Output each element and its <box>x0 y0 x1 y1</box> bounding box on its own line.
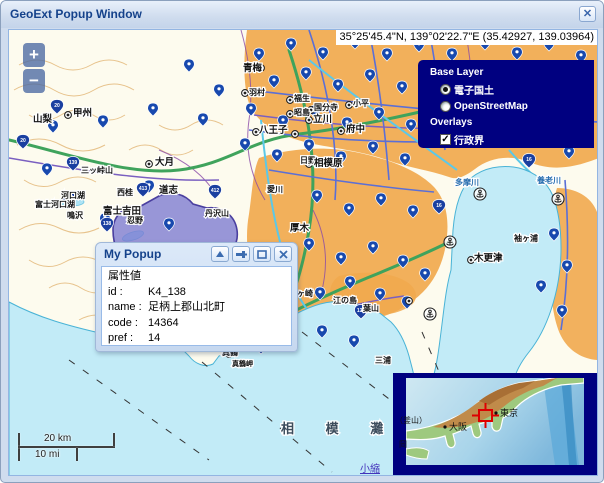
close-icon[interactable] <box>274 246 292 262</box>
base-layer-option-0[interactable]: 電子国土 <box>440 82 594 97</box>
collapse-icon[interactable] <box>211 246 229 262</box>
map-label: 甲州 <box>73 108 92 119</box>
city-ring-icon <box>338 128 345 135</box>
overview-label-tokyo: 東京 <box>500 407 518 418</box>
map-label: 相模原 <box>314 157 343 169</box>
layer-switcher-panel: Base Layer 電子国土 OpenStreetMap Overlays ✓… <box>418 60 594 148</box>
attribute-row-pref: pref :14 <box>108 331 285 347</box>
svg-text:20: 20 <box>20 138 26 144</box>
map-label: 江の島 <box>333 295 357 305</box>
map-label: 三浦 <box>375 355 391 365</box>
map-label: 鳴沢 <box>67 210 84 220</box>
svg-text:20: 20 <box>54 103 60 109</box>
map-label: 葉山 <box>362 303 379 313</box>
city-ring-icon <box>146 161 153 168</box>
mouse-position-readout: 35°25'45.4"N, 139°02'22.7"E (35.42927, 1… <box>336 30 597 45</box>
city-ring-icon <box>346 102 353 109</box>
zoom-control: + − <box>23 43 45 95</box>
map-label: 富士河口湖 <box>35 199 75 209</box>
attribution-link[interactable]: 小縮 <box>360 460 380 475</box>
anchor-icon[interactable] <box>232 246 250 262</box>
svg-text:16: 16 <box>526 157 532 163</box>
base-layer-option-1[interactable]: OpenStreetMap <box>440 101 594 112</box>
overview-map[interactable]: 東京 大阪 （釜山） 岡 <box>393 373 597 476</box>
overview-terrain <box>406 373 584 465</box>
maximize-icon[interactable] <box>253 246 271 262</box>
map-label: 袖ヶ浦 <box>513 233 538 243</box>
scale-metric-label: 20 km <box>44 433 71 444</box>
anchor-icon <box>424 308 436 320</box>
base-layer-label[interactable]: 電子国土 <box>454 82 494 97</box>
scale-line: 20 km 10 mi <box>18 432 128 464</box>
map-label: 道志 <box>159 184 179 196</box>
overview-label-osaka: 大阪 <box>449 421 467 432</box>
svg-text:413: 413 <box>139 186 148 192</box>
city-ring-icon <box>287 111 294 118</box>
attribute-row-code: code :14364 <box>108 316 285 332</box>
map-label: 府中 <box>346 123 365 135</box>
overlay-label[interactable]: 行政界 <box>454 132 484 147</box>
map-label: 厚木 <box>290 222 310 234</box>
svg-text:16: 16 <box>436 203 442 209</box>
map-label: 愛川 <box>267 184 283 194</box>
city-ring-icon <box>242 90 249 97</box>
base-layer-label[interactable]: OpenStreetMap <box>454 101 528 112</box>
city-ring-icon <box>292 131 299 138</box>
city-ring-icon <box>406 298 413 305</box>
svg-text:139: 139 <box>69 160 78 166</box>
geoext-popup-window: GeoExt Popup Window ✕ <box>0 0 604 483</box>
map-viewport[interactable]: 20201391391384134121134161616 甲州山梨大月道志三ッ… <box>8 29 598 476</box>
attribute-row-id: id :K4_138 <box>108 285 285 301</box>
map-label: 多摩川 <box>455 177 479 187</box>
city-ring-icon <box>287 97 294 104</box>
anchor-icon <box>474 188 486 200</box>
map-label: 三ッ峠山 <box>81 165 113 175</box>
base-layer-heading: Base Layer <box>430 67 594 78</box>
map-label: 相 模 灘 <box>281 421 397 436</box>
anchor-icon <box>552 193 564 205</box>
map-label: 立川 <box>313 113 332 125</box>
map-label: 木更津 <box>473 252 503 264</box>
popup-tools <box>211 246 292 262</box>
overlay-option-0[interactable]: ✓ 行政界 <box>440 132 594 147</box>
map-label: 西桂 <box>117 187 133 197</box>
map-label: 山梨 <box>33 113 53 125</box>
map-label: 羽村 <box>249 87 265 97</box>
map-label: 養老川 <box>536 175 561 185</box>
overview-label-oka: 岡 <box>399 440 407 449</box>
checkbox-icon[interactable]: ✓ <box>440 134 451 145</box>
svg-text:412: 412 <box>211 188 220 194</box>
svg-text:138: 138 <box>103 221 112 227</box>
popup-body: 属性値 id :K4_138 name :足柄上郡山北町 code :14364… <box>101 266 292 346</box>
city-ring-icon <box>65 112 72 119</box>
window-title: GeoExt Popup Window <box>10 7 142 21</box>
attribute-row-name: name :足柄上郡山北町 <box>108 300 285 316</box>
map-label: 昭島 <box>294 107 310 117</box>
map-label: 忍野 <box>127 216 143 225</box>
map-label: 大月 <box>155 156 174 168</box>
map-label: 小平 <box>352 98 369 108</box>
map-label: 福生 <box>293 93 310 103</box>
zoom-in-button[interactable]: + <box>23 43 45 67</box>
map-label: 八王子 <box>258 125 288 136</box>
attribute-header: 属性値 <box>108 269 285 285</box>
window-titlebar[interactable]: GeoExt Popup Window ✕ <box>1 1 603 28</box>
popup-title: My Popup <box>104 247 161 261</box>
scale-imperial-label: 10 mi <box>35 449 59 460</box>
overview-label-busan: （釜山） <box>395 415 427 425</box>
zoom-out-button[interactable]: − <box>23 69 45 93</box>
feature-popup[interactable]: My Popup 属性値 id :K4_138 name :足柄上郡山北町 <box>95 242 298 352</box>
radio-icon[interactable] <box>440 101 451 112</box>
radio-icon[interactable] <box>440 84 451 95</box>
map-label: 国分寺 <box>314 102 338 112</box>
map-label: 河口湖 <box>61 190 85 200</box>
map-label: 青梅 <box>243 62 263 74</box>
window-close-icon[interactable]: ✕ <box>579 6 596 22</box>
map-label: 真鶴岬 <box>232 359 253 368</box>
anchor-icon <box>444 236 456 248</box>
overlays-heading: Overlays <box>430 117 594 128</box>
map-label: 丹沢山 <box>204 208 229 218</box>
city-ring-icon <box>306 117 313 124</box>
